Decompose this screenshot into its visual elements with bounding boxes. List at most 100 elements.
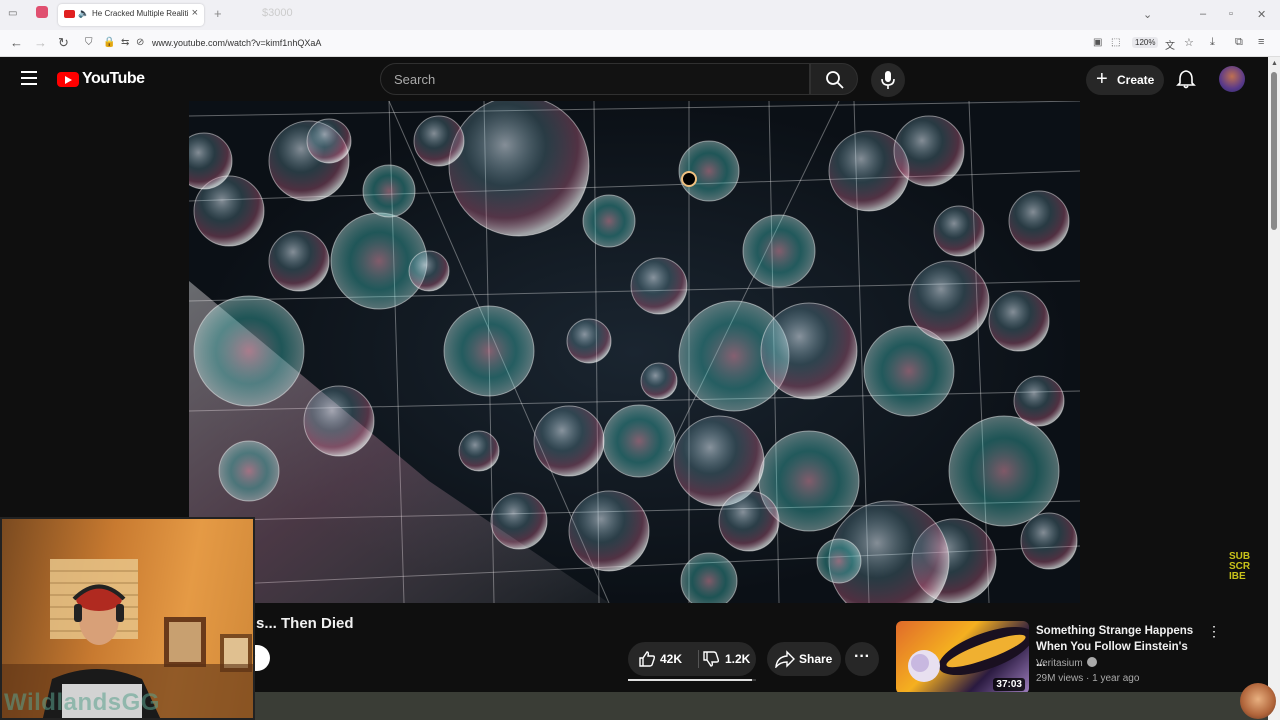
video-duration: 37:03	[993, 678, 1025, 691]
tab-list-icon[interactable]: ⌄	[1143, 8, 1152, 21]
translate-icon[interactable]: 文	[1165, 37, 1175, 52]
bubble	[362, 164, 416, 218]
account-avatar[interactable]	[1219, 66, 1245, 92]
youtube-logo-text[interactable]: YouTube	[82, 70, 145, 88]
bubble	[443, 305, 535, 397]
bubble	[1020, 512, 1078, 570]
youtube-logo-icon[interactable]	[57, 72, 79, 87]
video-frame-multiverse-bubbles	[189, 101, 1080, 603]
scroll-up-arrow-icon[interactable]: ▲	[1271, 60, 1278, 67]
bubble	[306, 118, 352, 164]
thumbs-up-icon[interactable]	[638, 650, 656, 668]
bubble	[303, 385, 375, 457]
bubble	[413, 115, 465, 167]
tab-active[interactable]: 🔈 He Cracked Multiple Realiti ×	[58, 4, 204, 26]
youtube-favicon	[64, 10, 75, 18]
bubble	[816, 538, 862, 584]
shield-icon[interactable]: ⛉	[85, 37, 93, 48]
bubble	[760, 302, 858, 400]
like-ratio-fill	[628, 679, 753, 681]
share-label: Share	[799, 652, 833, 666]
recommendation-meta: 29M views · 1 year ago	[1036, 673, 1140, 684]
streamer-watermark: WildlandsGG	[4, 689, 160, 716]
bubble	[893, 115, 965, 187]
recommendation-thumbnail[interactable]: 37:03	[896, 621, 1029, 694]
bookmark-star-icon[interactable]: ☆	[1184, 36, 1194, 49]
bubble	[566, 318, 612, 364]
forward-icon[interactable]: →	[34, 35, 47, 50]
search-icon	[826, 71, 844, 89]
thumbs-down-icon[interactable]	[702, 650, 720, 668]
new-tab-button[interactable]: +	[214, 6, 222, 21]
bubble	[448, 101, 590, 237]
channel-name: Veritasium	[1036, 658, 1083, 669]
scrollbar-thumb[interactable]	[1271, 72, 1277, 230]
ghost-tab-text: $3000	[262, 7, 293, 19]
search-button[interactable]	[810, 63, 858, 95]
bubble	[640, 362, 678, 400]
url-bar[interactable]: www.youtube.com/watch?v=kimf1nhQXaA	[152, 38, 321, 48]
reader-mode-icon[interactable]: ▣	[1093, 37, 1102, 48]
maximize-button[interactable]: ▫	[1229, 8, 1233, 20]
microphone-icon	[881, 71, 895, 89]
bubble	[218, 440, 280, 502]
bubble	[458, 430, 500, 472]
speaker-icon[interactable]: 🔈	[78, 8, 89, 19]
close-window-button[interactable]: ✕	[1257, 8, 1266, 21]
minimize-button[interactable]: –	[1200, 8, 1206, 20]
extensions-icon[interactable]: ⧉	[1235, 36, 1243, 49]
like-divider	[698, 650, 699, 668]
browser-navbar: ← → ↻ ⛉ 🔒 ⇆ ⊘ www.youtube.com/watch?v=ki…	[0, 30, 1280, 57]
downloads-icon[interactable]: ⤓	[1210, 36, 1215, 49]
create-button[interactable]: + Create	[1086, 65, 1164, 95]
bubble	[718, 490, 780, 552]
like-count[interactable]: 42K	[660, 652, 682, 666]
video-player[interactable]	[189, 101, 1080, 603]
black-hole	[681, 171, 697, 187]
bubble	[680, 552, 738, 603]
like-dislike-bar: 42K 1.2K	[628, 642, 756, 676]
view-count: 29M views	[1036, 673, 1084, 684]
screenshot-icon[interactable]: ⬚	[1111, 37, 1120, 48]
permissions-icon[interactable]: ⇆	[121, 37, 129, 48]
autoplay-blocked-icon[interactable]: ⊘	[136, 37, 144, 48]
bubble	[533, 405, 605, 477]
tab-overview-icon[interactable]: ▭	[8, 8, 17, 19]
dislike-count[interactable]: 1.2K	[725, 652, 750, 666]
lock-icon[interactable]: 🔒	[103, 37, 115, 48]
recommendation-channel[interactable]: Veritasium	[1036, 657, 1097, 669]
bubble	[742, 214, 816, 288]
hamburger-menu-icon[interactable]	[21, 71, 37, 85]
bubble	[630, 257, 688, 315]
close-tab-icon[interactable]: ×	[192, 7, 198, 19]
search-placeholder: Search	[394, 72, 436, 87]
youtube-header: YouTube Search + Create	[0, 57, 1268, 102]
pinned-tab-icon[interactable]	[36, 6, 48, 18]
share-button[interactable]: Share	[767, 642, 841, 676]
bubble	[568, 490, 650, 572]
create-label: Create	[1117, 73, 1155, 87]
tab-title: He Cracked Multiple Realiti	[92, 9, 188, 18]
menu-icon[interactable]: ≡	[1258, 36, 1264, 48]
notifications-bell-icon[interactable]	[1176, 69, 1196, 89]
more-actions-icon[interactable]: ···	[845, 642, 879, 676]
video-title: s... Then Died	[256, 615, 354, 632]
cat-avatar-icon	[1240, 683, 1276, 719]
zoom-level[interactable]: 120%	[1132, 37, 1159, 48]
bubble	[1013, 375, 1065, 427]
browser-tab-strip: ▭ 🔈 He Cracked Multiple Realiti × + $300…	[0, 0, 1280, 30]
back-icon[interactable]: ←	[10, 35, 23, 50]
bubble	[933, 205, 985, 257]
voice-search-button[interactable]	[871, 63, 905, 97]
bubble	[602, 404, 676, 478]
bubble	[193, 295, 305, 407]
verified-icon	[1086, 657, 1097, 667]
reload-icon[interactable]: ↻	[58, 35, 69, 51]
bubble	[948, 415, 1060, 527]
bubble	[988, 290, 1050, 352]
plus-icon: +	[1096, 68, 1108, 90]
bubble	[490, 492, 548, 550]
recommendation-menu-icon[interactable]: ⋮	[1207, 623, 1221, 640]
bubble	[1008, 190, 1070, 252]
search-input[interactable]: Search	[380, 63, 810, 95]
